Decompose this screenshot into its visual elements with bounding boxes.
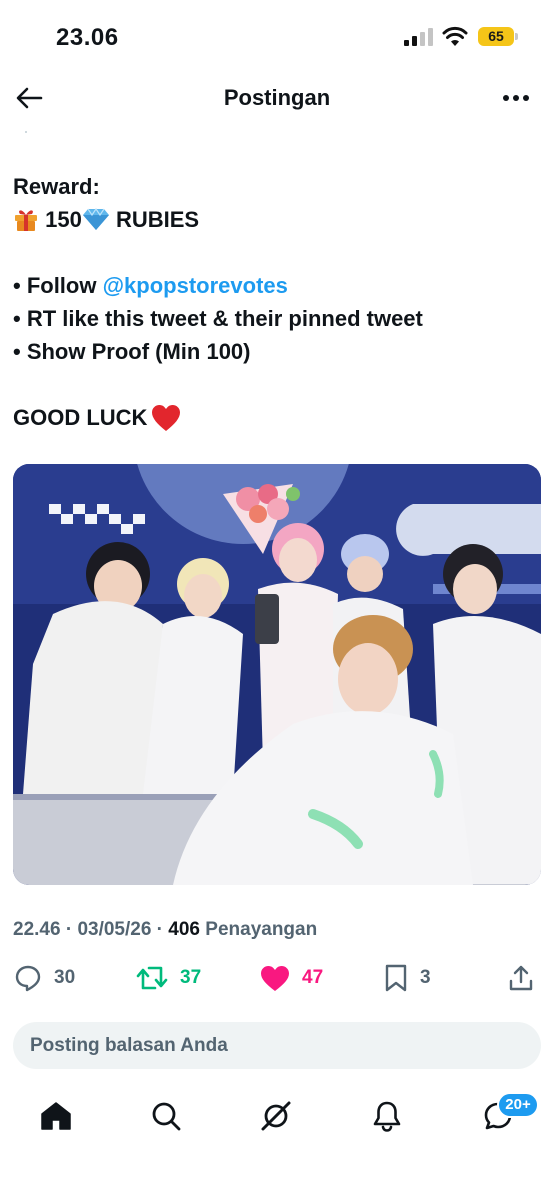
retweet-count: 37 — [180, 967, 202, 988]
battery-indicator: 65 — [478, 27, 514, 46]
reward-amount: 150 — [45, 207, 82, 232]
bottom-nav — [0, 1086, 554, 1146]
reply-input[interactable]: Posting balasan Anda — [13, 1022, 541, 1069]
reply-placeholder: Posting balasan Anda — [30, 1035, 228, 1056]
grok-icon — [261, 1101, 291, 1131]
nav-search[interactable] — [146, 1096, 186, 1136]
post-header: Postingan — [0, 72, 554, 124]
tweet-date: 03/05/26 — [77, 919, 152, 940]
retweet-icon — [136, 966, 168, 990]
more-options-button[interactable] — [500, 84, 532, 112]
status-time: 23.06 — [56, 24, 119, 51]
search-icon — [152, 1102, 181, 1131]
share-icon — [509, 965, 533, 991]
messages-badge: 20+ — [497, 1092, 539, 1118]
mention-link[interactable]: @kpopstorevotes — [103, 273, 288, 298]
page-title: Postingan — [223, 85, 331, 110]
views-count[interactable]: 406 — [168, 919, 200, 940]
tweet-meta: 22.46 · 03/05/26 · 406 Penayangan — [13, 919, 317, 941]
retweet-button[interactable]: 37 — [136, 960, 201, 996]
like-count: 47 — [302, 967, 324, 988]
heart-filled-icon — [261, 965, 289, 991]
home-icon — [41, 1102, 71, 1130]
bookmark-button[interactable]: 3 — [384, 960, 431, 996]
bullet-follow: • Follow @kpopstorevotes — [13, 269, 543, 302]
views-label: Penayangan — [205, 919, 318, 940]
reply-icon — [15, 965, 41, 992]
gift-emoji-icon — [15, 210, 37, 231]
meta-separator: · — [151, 919, 169, 940]
tweet-actions: 30 37 47 3 — [0, 960, 554, 1000]
gem-emoji-icon — [82, 207, 109, 230]
tweet-text: Reward: 150 RUBIES • Follow @kpopstorevo… — [13, 170, 543, 434]
group-photo — [13, 464, 541, 885]
cellular-signal-icon — [404, 28, 433, 46]
reward-label: Reward: — [13, 174, 100, 199]
share-button[interactable] — [508, 960, 534, 996]
status-bar: 23.06 65 — [0, 0, 554, 72]
red-heart-emoji-icon — [152, 405, 181, 431]
wifi-icon — [442, 26, 468, 46]
nav-notifications[interactable] — [367, 1096, 407, 1136]
bookmark-count: 3 — [420, 967, 431, 988]
nav-home[interactable] — [36, 1096, 76, 1136]
notifications-icon — [373, 1101, 401, 1132]
tweet-time: 22.46 — [13, 919, 61, 940]
more-horizontal-icon — [503, 95, 529, 101]
divider-dot — [25, 131, 27, 133]
closing-text: GOOD LUCK — [13, 405, 148, 430]
bullet-follow-text: • Follow — [13, 273, 103, 298]
reward-unit: RUBIES — [115, 207, 200, 232]
nav-grok[interactable] — [256, 1096, 296, 1136]
meta-separator: · — [60, 919, 78, 940]
battery-tip — [515, 33, 518, 40]
reply-count: 30 — [54, 967, 76, 988]
reward-line: 150 RUBIES — [13, 203, 543, 236]
bookmark-icon — [385, 964, 407, 992]
tweet-photo[interactable] — [13, 464, 541, 885]
bullet-rt: • RT like this tweet & their pinned twee… — [13, 306, 423, 331]
reply-button[interactable]: 30 — [14, 960, 75, 996]
like-button[interactable]: 47 — [260, 960, 323, 996]
bullet-proof: • Show Proof (Min 100) — [13, 339, 251, 364]
closing-line: GOOD LUCK — [13, 401, 543, 434]
